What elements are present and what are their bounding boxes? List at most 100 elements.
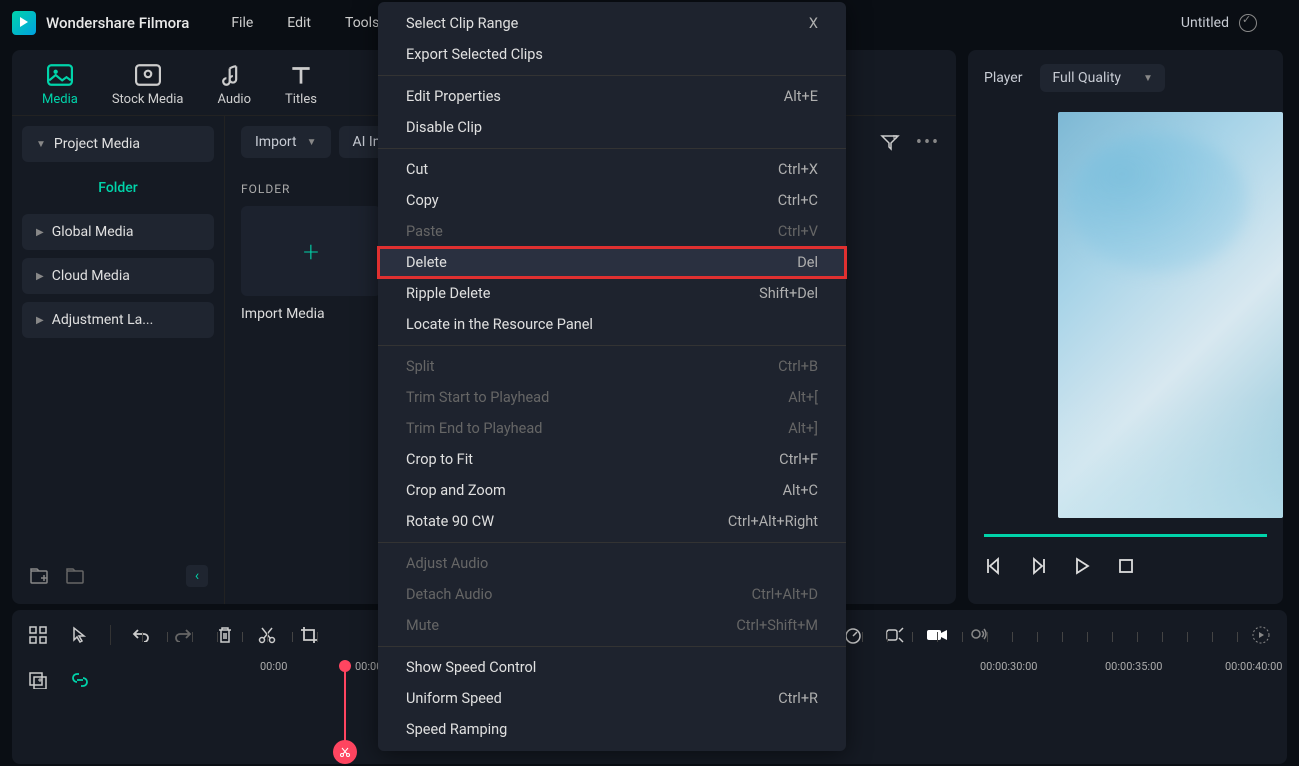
tab-titles[interactable]: Titles [285,64,317,107]
ctx-item-shortcut: Alt+C [783,482,818,499]
chevron-down-icon: ▼ [307,137,317,148]
ctx-item-shortcut: Ctrl+Shift+M [736,617,818,634]
playhead-cut-icon[interactable] [333,740,357,764]
ctx-ripple-delete[interactable]: Ripple Delete Shift+Del [378,278,846,309]
ctx-item-shortcut: Ctrl+Alt+D [752,586,818,603]
import-media-box[interactable]: + [241,206,381,296]
play-icon[interactable] [1072,557,1092,575]
new-folder-icon[interactable] [28,564,52,588]
playhead[interactable] [344,666,346,756]
ctx-show-speed-control[interactable]: Show Speed Control [378,652,846,683]
add-track-icon[interactable] [26,668,50,692]
quality-select[interactable]: Full Quality▼ [1040,64,1164,92]
ctx-locate-in-the-resource-panel[interactable]: Locate in the Resource Panel [378,309,846,340]
filter-icon[interactable] [878,130,902,154]
ctx-item-label: Show Speed Control [406,659,536,676]
ctx-item-label: Detach Audio [406,586,492,603]
ctx-item-label: Speed Ramping [406,721,507,738]
ctx-item-label: Delete [406,254,447,271]
ctx-adjust-audio: Adjust Audio [378,548,846,579]
ctx-item-label: Ripple Delete [406,285,490,302]
ctx-detach-audio: Detach Audio Ctrl+Alt+D [378,579,846,610]
ctx-uniform-speed[interactable]: Uniform SpeedCtrl+R [378,683,846,714]
ctx-crop-to-fit[interactable]: Crop to FitCtrl+F [378,444,846,475]
ctx-split: SplitCtrl+B [378,351,846,382]
ctx-item-label: Trim End to Playhead [406,420,542,437]
ctx-copy[interactable]: CopyCtrl+C [378,185,846,216]
chevron-down-icon: ▼ [1143,73,1153,84]
ctx-item-shortcut: Alt+E [784,88,818,105]
plus-icon: + [303,235,319,268]
ctx-item-shortcut: X [809,15,818,32]
pointer-icon[interactable] [68,623,92,647]
context-menu-separator [378,542,846,543]
stop-icon[interactable] [1116,557,1136,575]
menu-edit[interactable]: Edit [275,11,323,35]
caret-right-icon: ▶ [36,227,44,238]
next-frame-icon[interactable] [1028,557,1048,575]
caret-right-icon: ▶ [36,271,44,282]
ctx-export-selected-clips[interactable]: Export Selected Clips [378,39,846,70]
ctx-trim-end-to-playhead: Trim End to Playhead Alt+] [378,413,846,444]
ctx-item-label: Disable Clip [406,119,482,136]
caret-right-icon: ▶ [36,315,44,326]
tab-stock-media[interactable]: Stock Media [112,64,184,107]
ctx-disable-clip[interactable]: Disable Clip [378,112,846,143]
link-icon[interactable] [68,668,92,692]
ctx-item-label: Uniform Speed [406,690,502,707]
context-menu-separator [378,646,846,647]
ctx-item-label: Paste [406,223,443,240]
ctx-trim-start-to-playhead: Trim Start to Playhead Alt+[ [378,382,846,413]
video-preview[interactable] [1058,112,1283,518]
ctx-item-label: Locate in the Resource Panel [406,316,593,333]
sidebar-global-media[interactable]: ▶Global Media [22,214,214,250]
caret-down-icon: ▼ [36,139,46,150]
ctx-item-label: Select Clip Range [406,15,518,32]
tab-media[interactable]: Media [42,64,78,107]
context-menu: Select Clip Range X Export Selected Clips E… [378,2,846,751]
titles-icon [288,64,314,86]
ctx-edit-properties[interactable]: Edit PropertiesAlt+E [378,81,846,112]
ctx-paste: Paste Ctrl+V [378,216,846,247]
ctx-speed-ramping[interactable]: Speed Ramping [378,714,846,745]
ctx-cut[interactable]: CutCtrl+X [378,154,846,185]
separator [110,625,111,645]
tab-audio[interactable]: Audio [218,64,251,107]
audio-icon [221,64,247,86]
undo-icon[interactable] [129,623,153,647]
ctx-delete[interactable]: Delete Del [378,247,846,278]
sidebar-adjustment-layer[interactable]: ▶Adjustment La... [22,302,214,338]
grid-icon[interactable] [26,623,50,647]
ctx-item-shortcut: Ctrl+B [778,358,818,375]
menu-file[interactable]: File [219,11,265,35]
sidebar-cloud-media[interactable]: ▶Cloud Media [22,258,214,294]
sidebar-folder[interactable]: Folder [22,170,214,206]
ctx-crop-and-zoom[interactable]: Crop and Zoom Alt+C [378,475,846,506]
ctx-item-shortcut: Alt+] [788,420,818,437]
ctx-select-clip-range[interactable]: Select Clip Range X [378,8,846,39]
prev-frame-icon[interactable] [984,557,1004,575]
ctx-item-shortcut: Ctrl+F [779,451,818,468]
render-icon[interactable] [1249,623,1273,647]
ctx-item-label: Crop and Zoom [406,482,506,499]
player-label: Player [984,70,1022,86]
ctx-item-label: Trim Start to Playhead [406,389,549,406]
sidebar-project-media[interactable]: ▼Project Media [22,126,214,162]
ctx-rotate-90-cw[interactable]: Rotate 90 CWCtrl+Alt+Right [378,506,846,537]
ctx-item-shortcut: Del [797,254,818,271]
folder-icon[interactable] [64,564,88,588]
ctx-mute: MuteCtrl+Shift+M [378,610,846,641]
import-button[interactable]: Import▼ [241,126,331,158]
stock-media-icon [135,64,161,86]
ctx-item-shortcut: Shift+Del [759,285,818,302]
app-logo-icon [12,11,36,35]
document-title: Untitled [1181,15,1229,31]
ctx-item-shortcut: Ctrl+V [778,223,818,240]
ctx-item-label: Copy [406,192,439,209]
context-menu-separator [378,148,846,149]
more-icon[interactable]: ••• [916,130,940,154]
ctx-item-shortcut: Alt+[ [788,389,818,406]
ctx-item-shortcut: Ctrl+X [778,161,818,178]
collapse-sidebar-icon[interactable]: ‹ [186,565,208,587]
ctx-item-shortcut: Ctrl+Alt+Right [728,513,818,530]
